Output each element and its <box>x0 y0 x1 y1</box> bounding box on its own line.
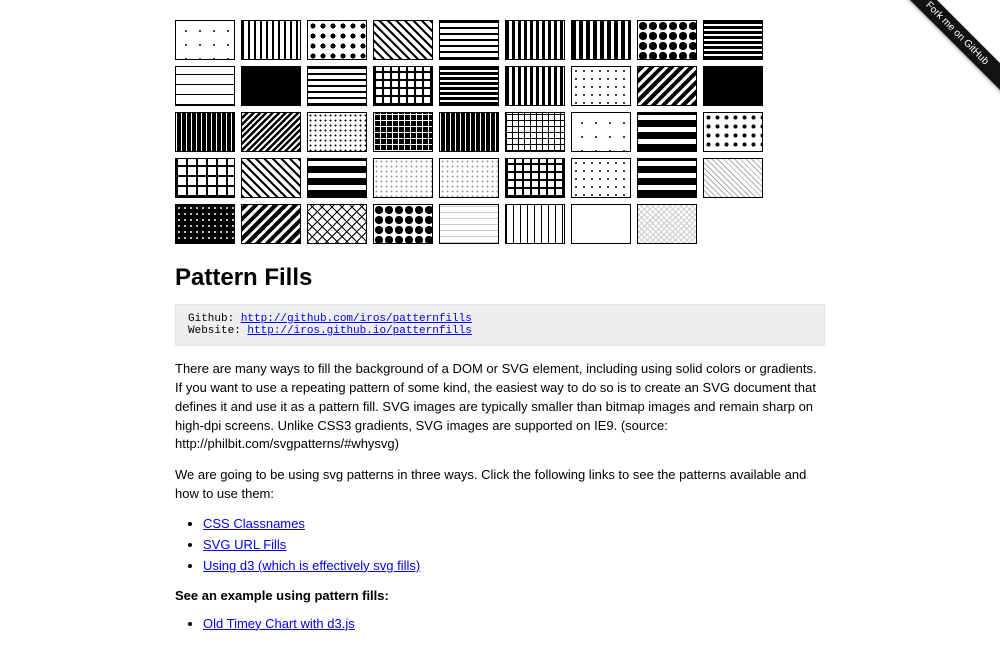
link-example-chart[interactable]: Old Timey Chart with d3.js <box>203 616 355 631</box>
pattern-swatch <box>175 158 235 198</box>
pattern-swatch <box>241 112 301 152</box>
link-using-d3[interactable]: Using d3 (which is effectively svg fills… <box>203 558 420 573</box>
pattern-swatch <box>505 66 565 106</box>
pattern-swatch <box>637 158 697 198</box>
pattern-swatch <box>637 66 697 106</box>
pattern-swatch <box>571 66 631 106</box>
link-css-classnames[interactable]: CSS Classnames <box>203 516 305 531</box>
list-item: CSS Classnames <box>203 516 825 531</box>
pattern-swatch <box>571 20 631 60</box>
pattern-swatch <box>439 204 499 244</box>
website-link[interactable]: http://iros.github.io/patternfills <box>247 325 471 337</box>
pattern-swatch <box>373 66 433 106</box>
pattern-swatch <box>307 112 367 152</box>
pattern-swatch <box>505 20 565 60</box>
pattern-swatch <box>241 66 301 106</box>
pattern-swatch <box>571 158 631 198</box>
list-item: Using d3 (which is effectively svg fills… <box>203 558 825 573</box>
pattern-swatch <box>175 204 235 244</box>
pattern-swatch <box>307 204 367 244</box>
pattern-swatch <box>703 158 763 198</box>
list-item: SVG URL Fills <box>203 537 825 552</box>
pattern-swatch <box>703 66 763 106</box>
pattern-swatch <box>637 20 697 60</box>
pattern-swatch <box>373 20 433 60</box>
pattern-swatch <box>307 66 367 106</box>
pattern-swatch <box>505 158 565 198</box>
list-item: Old Timey Chart with d3.js <box>203 616 825 631</box>
github-ribbon[interactable]: Fork me on GitHub <box>880 0 1000 120</box>
pattern-swatch <box>373 204 433 244</box>
github-ribbon-label: Fork me on GitHub <box>890 0 1000 100</box>
pattern-swatch <box>373 158 433 198</box>
pattern-swatch <box>175 112 235 152</box>
usage-links-list: CSS Classnames SVG URL Fills Using d3 (w… <box>203 516 825 573</box>
pattern-swatch <box>505 112 565 152</box>
pattern-swatch <box>505 204 565 244</box>
example-heading: See an example using pattern fills: <box>175 587 825 606</box>
pattern-swatch <box>439 158 499 198</box>
link-svg-url-fills[interactable]: SVG URL Fills <box>203 537 286 552</box>
page-title: Pattern Fills <box>175 264 825 292</box>
pattern-swatch <box>571 112 631 152</box>
pattern-swatch <box>175 66 235 106</box>
pattern-swatch <box>637 204 697 244</box>
pattern-swatch <box>241 158 301 198</box>
pattern-swatch <box>373 112 433 152</box>
pattern-swatch <box>439 20 499 60</box>
pattern-swatch <box>703 20 763 60</box>
github-link[interactable]: http://github.com/iros/patternfills <box>241 313 472 325</box>
pattern-swatch <box>241 204 301 244</box>
example-links-list: Old Timey Chart with d3.js <box>203 616 825 631</box>
intro-paragraph-1: There are many ways to fill the backgrou… <box>175 360 825 454</box>
pattern-swatch <box>439 66 499 106</box>
pattern-grid <box>175 20 825 244</box>
pattern-swatch <box>307 20 367 60</box>
repo-info-box: Github: http://github.com/iros/patternfi… <box>175 304 825 346</box>
website-label: Website: <box>188 325 247 337</box>
pattern-swatch <box>307 158 367 198</box>
intro-paragraph-2: We are going to be using svg patterns in… <box>175 466 825 504</box>
pattern-swatch <box>439 112 499 152</box>
pattern-swatch <box>637 112 697 152</box>
pattern-swatch <box>571 204 631 244</box>
pattern-swatch <box>241 20 301 60</box>
github-label: Github: <box>188 313 241 325</box>
pattern-swatch <box>703 112 763 152</box>
page-container: Pattern Fills Github: http://github.com/… <box>175 0 825 665</box>
pattern-swatch <box>175 20 235 60</box>
